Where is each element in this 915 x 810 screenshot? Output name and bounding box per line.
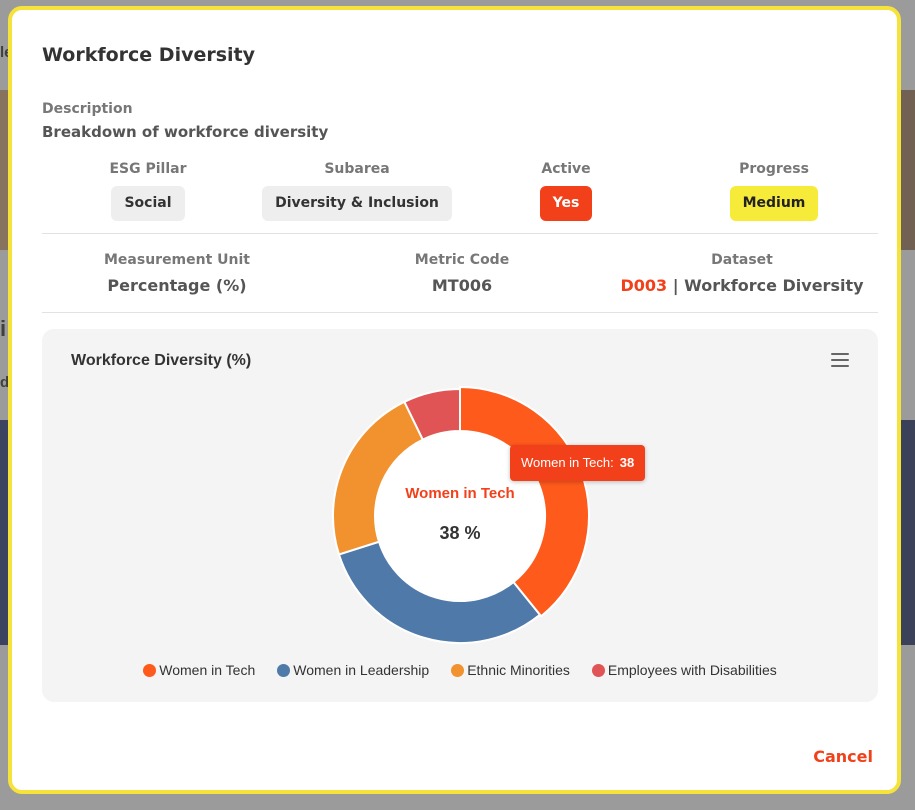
dataset-label: Dataset: [711, 252, 773, 268]
donut-center-label: Women in Tech: [405, 485, 514, 502]
active-field: Active Yes: [516, 161, 616, 221]
legend-swatch: [451, 663, 465, 677]
dataset-value: D003 | Workforce Diversity: [612, 276, 872, 295]
chart-tooltip: Women in Tech: 38: [510, 445, 646, 481]
esg-pillar-chip: Social: [111, 186, 185, 221]
modal-title: Workforce Diversity: [42, 44, 256, 66]
divider: [42, 233, 878, 234]
dataset-code-link[interactable]: D003: [620, 276, 667, 295]
dataset-field: Dataset D003 | Workforce Diversity: [612, 252, 872, 295]
legend-swatch: [591, 663, 605, 677]
legend-label: Ethnic Minorities: [467, 662, 570, 678]
description-label: Description: [42, 101, 133, 117]
esg-pillar-label: ESG Pillar: [109, 161, 187, 177]
divider: [42, 312, 878, 313]
active-status-badge: Yes: [539, 186, 593, 221]
subarea-chip: Diversity & Inclusion: [262, 186, 452, 221]
dataset-name: Workforce Diversity: [684, 276, 864, 295]
metric-detail-modal: Workforce Diversity Description Breakdow…: [8, 6, 901, 794]
chart-legend: Women in Tech Women in Leadership Ethnic M…: [42, 662, 878, 678]
cancel-button[interactable]: Cancel: [813, 747, 873, 766]
measurement-unit-value: Percentage (%): [107, 276, 247, 295]
metric-code-field: Metric Code MT006: [372, 252, 552, 295]
description-value: Breakdown of workforce diversity: [42, 123, 329, 141]
legend-item[interactable]: Ethnic Minorities: [451, 662, 570, 678]
metric-code-label: Metric Code: [414, 252, 510, 268]
progress-field: Progress Medium: [719, 161, 829, 221]
legend-item[interactable]: Women in Leadership: [277, 662, 429, 678]
progress-label: Progress: [739, 161, 809, 177]
legend-item[interactable]: Employees with Disabilities: [591, 662, 777, 678]
chart-card: Workforce Diversity (%) Women in Tech 38…: [42, 329, 878, 702]
metric-code-value: MT006: [431, 276, 493, 295]
legend-swatch: [143, 663, 157, 677]
tooltip-label: Women in Tech:: [521, 455, 614, 470]
donut-chart: Women in Tech 38 %: [332, 385, 590, 644]
dataset-separator: |: [672, 276, 679, 295]
subarea-field: Subarea Diversity & Inclusion: [262, 161, 452, 221]
measurement-unit-label: Measurement Unit: [103, 252, 250, 268]
legend-label: Women in Tech: [159, 662, 256, 678]
subarea-label: Subarea: [324, 161, 390, 177]
legend-label: Women in Leadership: [293, 662, 430, 678]
legend-swatch: [277, 663, 291, 677]
donut-center-value: 38 %: [439, 523, 480, 543]
measurement-unit-field: Measurement Unit Percentage (%): [72, 252, 282, 295]
progress-badge: Medium: [729, 186, 819, 221]
esg-pillar-field: ESG Pillar Social: [98, 161, 198, 221]
legend-label: Employees with Disabilities: [607, 662, 777, 678]
active-label: Active: [541, 161, 591, 177]
legend-item[interactable]: Women in Tech: [143, 662, 255, 678]
tooltip-value: 38: [619, 455, 635, 470]
